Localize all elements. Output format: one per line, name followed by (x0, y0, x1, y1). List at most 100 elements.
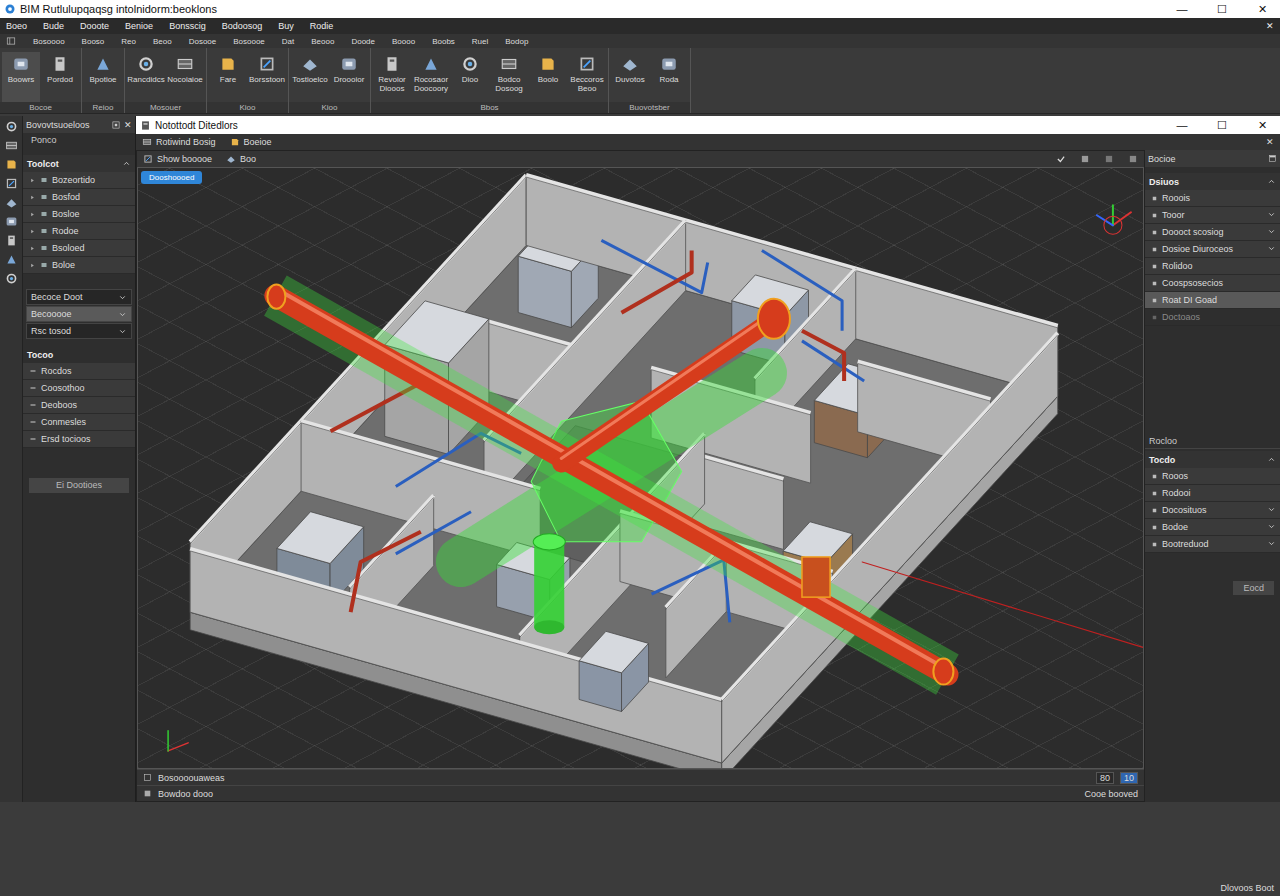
menu-item[interactable]: Benioe (125, 21, 153, 31)
ribbon-button[interactable]: Beccoros Beoo (568, 52, 606, 102)
property-row[interactable]: Docosituos (1145, 502, 1280, 519)
3d-viewport[interactable]: Dooshoooed (137, 167, 1144, 769)
menu-item[interactable]: Buy (278, 21, 294, 31)
ribbon-button[interactable]: Tostioelco (291, 52, 329, 102)
dropdown-field[interactable]: Becoce Doot (26, 289, 132, 305)
tool-icon[interactable] (5, 120, 18, 133)
tree-item[interactable]: Bozeortido (23, 172, 135, 189)
sub-menu-item[interactable]: Reo (121, 37, 136, 46)
ribbon-button[interactable]: Borsstoon (248, 52, 286, 102)
ribbon-button[interactable]: Bpotioe (84, 52, 122, 102)
tool-item[interactable]: Coosothoo (23, 380, 135, 397)
view-bar-item[interactable]: Show booooe (143, 154, 212, 164)
window-control[interactable]: ✕ (1244, 3, 1280, 16)
tree-item[interactable]: Bosfod (23, 189, 135, 206)
sub-menu-item[interactable]: Booso (82, 37, 105, 46)
tree-item[interactable]: Rodoe (23, 223, 135, 240)
sub-menu-item[interactable]: Boobs (432, 37, 455, 46)
ribbon-button[interactable]: Boolo (529, 52, 567, 102)
ribbon-button[interactable]: Rocosaor Doocoory (412, 52, 450, 102)
ribbon-button[interactable]: Nocoiaioe (166, 52, 204, 102)
sub-menu-item[interactable]: Dat (282, 37, 294, 46)
tool-icon[interactable] (5, 158, 18, 171)
ribbon-button[interactable]: Bodco Dosoog (490, 52, 528, 102)
menu-item[interactable]: Boeo (6, 21, 27, 31)
dropdown-field[interactable]: Becooooe (26, 306, 132, 322)
property-row[interactable]: Rooois (1145, 190, 1280, 207)
sub-menu-item[interactable]: Beooo (311, 37, 334, 46)
section-header[interactable]: Toolcot (23, 155, 135, 172)
tool-icon[interactable] (5, 272, 18, 285)
section-header[interactable]: Tocdo (1145, 451, 1280, 468)
sub-menu-bar: Bosoooo Booso Reo Beoo Dosooe Bosoooe Dat Beooo… (0, 34, 1280, 48)
section-header[interactable]: Tocoo (23, 346, 135, 363)
sub-menu-item[interactable]: Bosoooo (33, 37, 65, 46)
tree-item[interactable]: Boloe (23, 257, 135, 274)
ribbon-button[interactable]: Rancdidcs (127, 52, 165, 102)
panel-button[interactable]: Eocd (1233, 581, 1274, 595)
tool-icon[interactable] (5, 196, 18, 209)
window-control[interactable]: ☐ (1204, 119, 1240, 132)
tool-icon[interactable] (5, 139, 18, 152)
property-row[interactable]: Dosioe Diuroceos (1145, 241, 1280, 258)
building-scene[interactable] (138, 168, 1143, 768)
tool-icon[interactable] (5, 234, 18, 247)
ribbon-button[interactable]: Dioo (451, 52, 489, 102)
property-row[interactable]: Coospsosecios (1145, 275, 1280, 292)
property-row[interactable]: Rooos (1145, 468, 1280, 485)
ribbon-button[interactable]: Boowrs (2, 52, 40, 102)
toolbar-item[interactable]: Rotiwind Bosig (142, 137, 216, 147)
sub-menu-item[interactable]: Boooo (392, 37, 415, 46)
ribbon-button[interactable]: Fare (209, 52, 247, 102)
ribbon-button[interactable]: Droooior (330, 52, 368, 102)
ribbon-button[interactable]: Roda (650, 52, 688, 102)
view-tag[interactable]: Dooshoooed (141, 171, 202, 184)
property-row[interactable]: Bodoe (1145, 519, 1280, 536)
menu-item[interactable]: Bodoosog (222, 21, 263, 31)
section-header[interactable]: Dsiuos (1145, 173, 1280, 190)
property-row[interactable]: Doooct scosiog (1145, 224, 1280, 241)
ribbon-button[interactable]: Pordod (41, 52, 79, 102)
menu-item[interactable]: Rodie (310, 21, 334, 31)
dropdown-field[interactable]: Rsc tosod (26, 323, 132, 339)
menu-item[interactable]: Bude (43, 21, 64, 31)
sub-menu-item[interactable]: Bodop (505, 37, 528, 46)
view-bar-item[interactable]: Boo (226, 154, 256, 164)
ribbon-button[interactable]: Duvotos (611, 52, 649, 102)
tool-item[interactable]: Deoboos (23, 397, 135, 414)
tool-item[interactable]: Conmesles (23, 414, 135, 431)
tool-item[interactable]: Rocdos (23, 363, 135, 380)
ribbon-button[interactable]: Revoior Diooos (373, 52, 411, 102)
panel-button[interactable]: Ei Dootioes (29, 478, 129, 493)
property-row[interactable]: Rodooi (1145, 485, 1280, 502)
sub-menu-item[interactable]: Doode (351, 37, 375, 46)
counter[interactable]: 10 (1120, 772, 1138, 784)
menu-item[interactable]: Dooote (80, 21, 109, 31)
property-row[interactable]: Tooor (1145, 207, 1280, 224)
sub-menu-item[interactable]: Beoo (153, 37, 172, 46)
tool-item[interactable]: Ersd tocioos (23, 431, 135, 448)
sub-menu-item[interactable]: Ruel (472, 37, 488, 46)
tree-item[interactable]: Bosloe (23, 206, 135, 223)
sub-menu-item[interactable]: Bosoooe (233, 37, 265, 46)
close-button[interactable]: ✕ (1266, 21, 1274, 31)
property-row[interactable]: Bootreduod (1145, 536, 1280, 553)
window-control[interactable]: — (1164, 119, 1200, 131)
property-row[interactable]: Roat DI Goad (1145, 292, 1280, 309)
window-control[interactable]: ☐ (1204, 3, 1240, 16)
counter[interactable]: 80 (1096, 772, 1114, 784)
window-control[interactable]: — (1164, 3, 1200, 15)
window-control[interactable]: ✕ (1244, 119, 1280, 132)
close-button[interactable]: ✕ (124, 120, 132, 130)
menu-item[interactable]: Bonsscig (169, 21, 206, 31)
toolbar-item[interactable]: Boeioe (230, 137, 272, 147)
tree-item[interactable]: Bsoloed (23, 240, 135, 257)
layer-icon (40, 176, 48, 184)
tool-icon[interactable] (5, 177, 18, 190)
sub-menu-item[interactable]: Dosooe (189, 37, 217, 46)
tool-icon[interactable] (5, 215, 18, 228)
property-row[interactable]: Rolidoo (1145, 258, 1280, 275)
tool-icon[interactable] (5, 253, 18, 266)
close-button[interactable]: ✕ (1266, 137, 1274, 147)
footer-text: Dlovoos Boot (1220, 883, 1274, 893)
